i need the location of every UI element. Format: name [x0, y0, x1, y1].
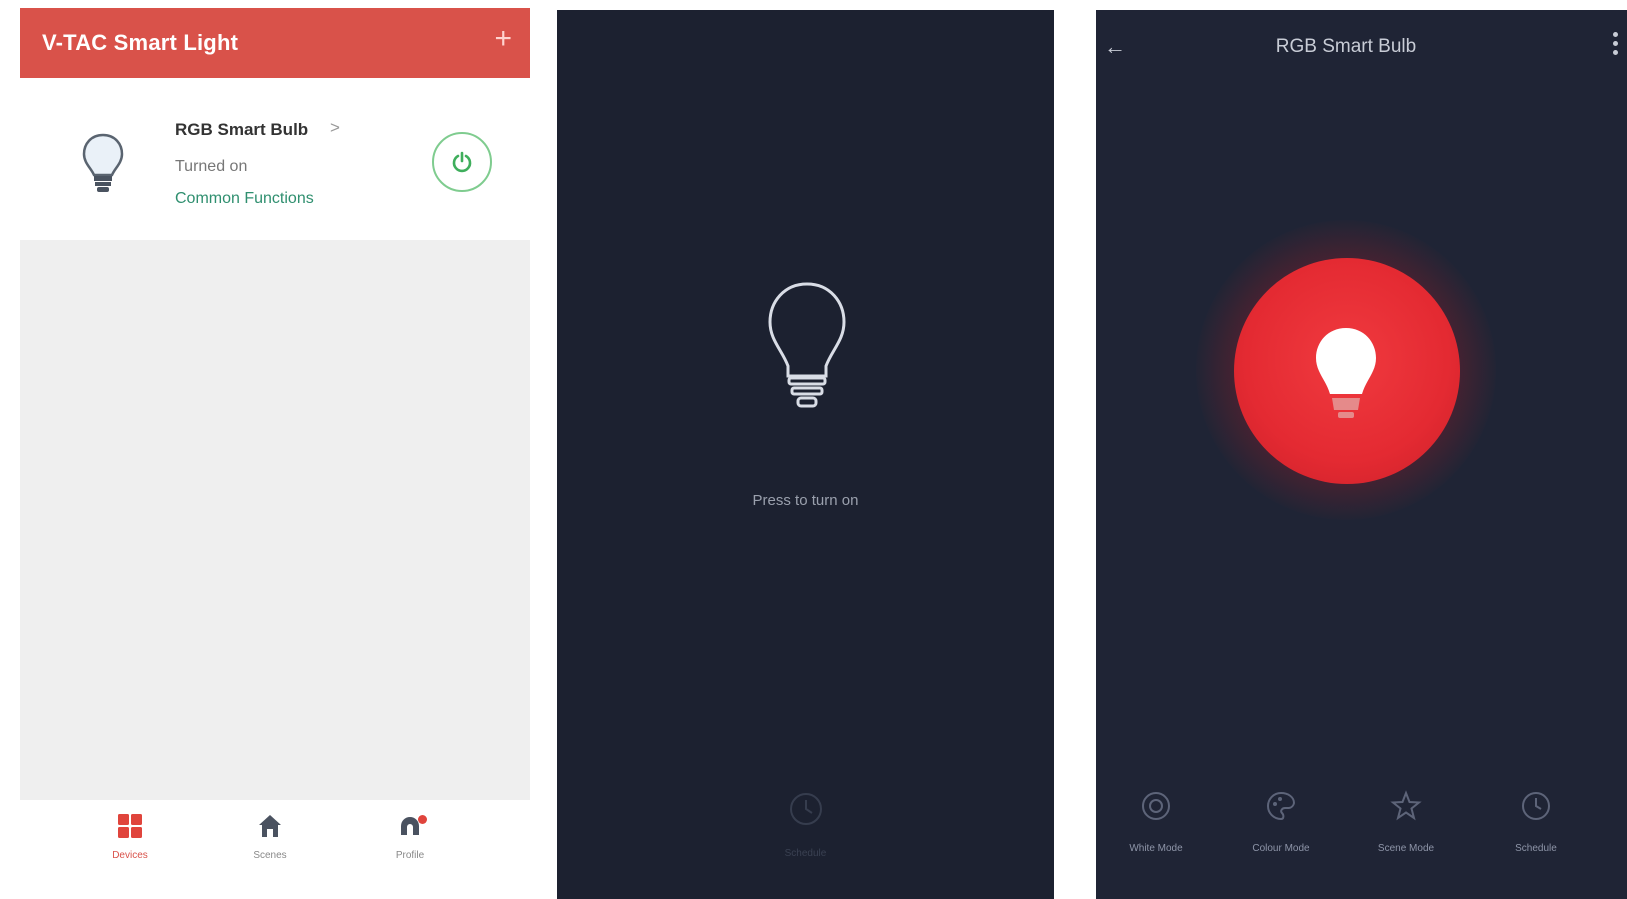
nav-scenes-label: Scenes	[253, 850, 287, 861]
scene-mode-button[interactable]: Scene Mode	[1346, 790, 1466, 854]
power-icon	[452, 151, 472, 173]
bottom-nav: Devices Scenes Profile	[20, 803, 530, 899]
app-bar: V-TAC Smart Light +	[20, 8, 530, 78]
white-mode-label: White Mode	[1129, 843, 1183, 854]
colour-mode-icon	[1267, 791, 1296, 821]
schedule-button[interactable]: Schedule	[1476, 790, 1596, 854]
bulb-off-icon[interactable]	[762, 278, 852, 418]
device-card[interactable]: RGB Smart Bulb > Turned on Common Functi…	[20, 78, 530, 238]
devices-grid-icon	[118, 814, 142, 838]
screen-title: RGB Smart Bulb	[1275, 36, 1417, 57]
nav-scenes[interactable]: Scenes	[220, 813, 320, 861]
nav-profile[interactable]: Profile	[360, 813, 460, 861]
schedule-label: Schedule	[1515, 843, 1557, 854]
white-mode-button[interactable]: White Mode	[1096, 790, 1216, 854]
device-name[interactable]: RGB Smart Bulb	[175, 120, 308, 140]
schedule-icon[interactable]	[787, 790, 825, 828]
colour-mode-button[interactable]: Colour Mode	[1221, 790, 1341, 854]
app-title: V-TAC Smart Light	[42, 30, 239, 55]
common-functions-link[interactable]: Common Functions	[175, 190, 314, 208]
schedule-icon	[1522, 792, 1550, 820]
device-status: Turned on	[175, 158, 248, 175]
nav-profile-label: Profile	[395, 850, 425, 861]
home-icon	[259, 815, 281, 837]
bulb-on-icon	[1316, 328, 1376, 418]
empty-list-area	[20, 240, 530, 800]
press-to-turn-on-text: Press to turn on	[752, 492, 859, 509]
colour-mode-label: Colour Mode	[1252, 843, 1310, 854]
more-vertical-icon[interactable]	[1613, 28, 1627, 59]
nav-devices[interactable]: Devices	[80, 813, 180, 861]
bulb-on-screen: ← RGB Smart Bulb White Mode Colour Mode …	[1096, 10, 1627, 899]
schedule-label: Schedule	[784, 848, 827, 859]
chevron-right-icon[interactable]: >	[330, 118, 340, 138]
scene-mode-icon	[1390, 790, 1422, 821]
bulb-off-screen: Press to turn on Schedule	[557, 10, 1054, 899]
notification-dot	[418, 815, 427, 824]
power-button[interactable]	[432, 132, 492, 192]
device-list-screen: V-TAC Smart Light + RGB Smart Bulb > Tur…	[20, 8, 530, 899]
scene-mode-label: Scene Mode	[1377, 843, 1435, 854]
white-mode-icon	[1142, 792, 1170, 820]
bulb-icon	[82, 133, 124, 192]
nav-devices-label: Devices	[112, 850, 148, 861]
plus-icon[interactable]: +	[494, 22, 512, 56]
